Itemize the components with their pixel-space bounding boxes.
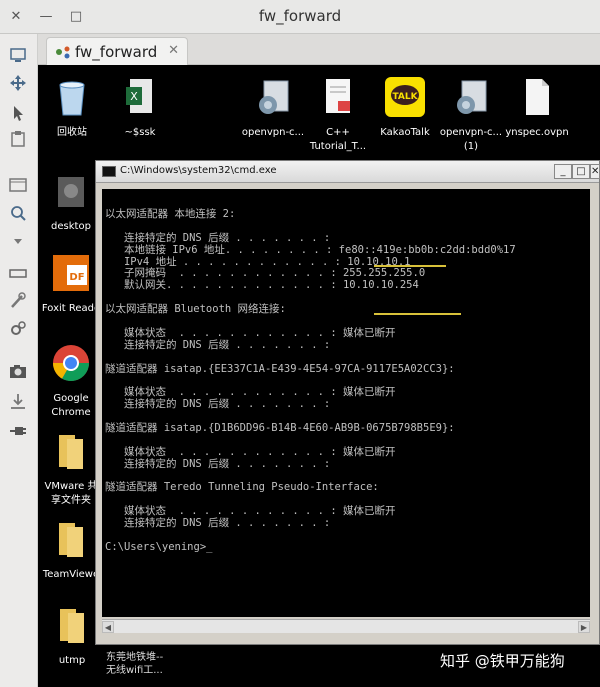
console-line: C:\Users\yening>_ xyxy=(105,540,213,553)
desktop-icon-label: C++ Tutorial_T... xyxy=(309,127,367,152)
desktop-icon-vmware-share[interactable]: VMware 共 享文件夹 xyxy=(40,431,102,508)
scroll-right-icon[interactable]: ▶ xyxy=(578,621,590,633)
console-line: 连接特定的 DNS 后缀 . . . . . . . : xyxy=(105,231,331,244)
shared-folder-icon xyxy=(59,435,83,469)
installer-icon xyxy=(457,80,487,114)
cursor-icon[interactable] xyxy=(7,102,29,124)
scroll-left-icon[interactable]: ◀ xyxy=(102,621,114,633)
desktop-icon-utmp[interactable]: utmp xyxy=(44,605,100,668)
window-icon[interactable] xyxy=(7,174,29,196)
cmd-title: C:\Windows\system32\cmd.exe xyxy=(120,165,277,176)
desktop-icon-excel[interactable]: X ~$ssk xyxy=(112,77,168,140)
cmd-maximize-button[interactable]: □ xyxy=(572,164,590,179)
desktop-icon-openvpn-1[interactable]: openvpn-c... xyxy=(238,77,308,140)
chrome-icon xyxy=(52,345,89,382)
console-line: 隧道适配器 isatap.{D1B6DD96-B14B-4E60-AB9B-06… xyxy=(105,422,455,435)
folder-icon xyxy=(59,523,83,557)
desktop-icon-label: Google Chrome xyxy=(51,393,91,418)
console-line: 隧道适配器 Teredo Tunneling Pseudo-Interface: xyxy=(105,481,379,494)
console-line: 隧道适配器 isatap.{EE337C1A-E439-4E54-97CA-91… xyxy=(105,362,455,375)
tab-bar: fw_forward ✕ xyxy=(38,34,600,65)
camera-icon[interactable] xyxy=(7,360,29,382)
settings-icon[interactable] xyxy=(7,290,29,312)
folder-icon xyxy=(58,177,84,207)
desktop-icon-ynspec[interactable]: ynspec.ovpn xyxy=(504,77,570,140)
console-output: 以太网适配器 本地连接 2: 连接特定的 DNS 后缀 . . . . . . … xyxy=(105,208,516,554)
desktop-icon-label: ~$ssk xyxy=(124,127,156,138)
file-icon xyxy=(526,79,549,115)
tab-fw-forward[interactable]: fw_forward ✕ xyxy=(46,37,188,65)
pdf-file-icon xyxy=(326,79,350,113)
cmd-window[interactable]: C:\Windows\system32\cmd.exe _ □ ✕ 以太网适配器… xyxy=(95,160,600,645)
watermark: 知乎 @铁甲万能狗 xyxy=(440,652,565,670)
desktop-icon-label: openvpn-c... (1) xyxy=(439,127,503,152)
desktop-icon-label: desktop xyxy=(51,221,91,232)
desktop-icon-label: openvpn-c... xyxy=(241,127,305,138)
clipboard-icon[interactable] xyxy=(7,128,29,150)
tab-label: fw_forward xyxy=(75,43,158,61)
console-line: 连接特定的 DNS 后缀 . . . . . . . : xyxy=(105,398,331,411)
cmd-console[interactable]: 以太网适配器 本地连接 2: 连接特定的 DNS 后缀 . . . . . . … xyxy=(102,189,590,617)
desktop-icon-cpp-tutorial[interactable]: C++ Tutorial_T... xyxy=(306,77,370,154)
desktop-icon-label: ynspec.ovpn xyxy=(505,127,569,138)
recycle-bin-icon xyxy=(59,81,85,116)
close-tab-icon[interactable]: ✕ xyxy=(168,43,179,58)
desktop-icon-label: VMware 共 享文件夹 xyxy=(44,481,98,506)
monitor-icon[interactable] xyxy=(7,44,29,66)
console-line: 以太网适配器 本地连接 2: xyxy=(105,208,236,220)
desktop-icon-recycle-bin[interactable]: 回收站 xyxy=(44,77,100,140)
gateway-highlight-underline xyxy=(374,313,461,315)
svg-text:TALK: TALK xyxy=(392,92,418,102)
desktop-icon-desktop[interactable]: desktop xyxy=(40,171,102,234)
excel-file-icon: X xyxy=(126,79,152,113)
desktop-icon-label: KakaoTalk xyxy=(380,127,430,138)
console-line: 媒体状态 . . . . . . . . . . . . : 媒体已断开 xyxy=(105,445,396,458)
cmd-horizontal-scrollbar[interactable]: ◀ ▶ xyxy=(102,619,590,633)
desktop-icon-kakaotalk[interactable]: TALK KakaoTalk xyxy=(374,77,436,140)
ipv4-highlight-underline xyxy=(374,265,446,267)
console-line: 连接特定的 DNS 后缀 . . . . . . . : xyxy=(105,338,331,351)
svg-text:X: X xyxy=(130,90,138,103)
window-title: fw_forward xyxy=(258,7,342,25)
dropdown-icon[interactable] xyxy=(7,230,29,252)
plug-icon[interactable] xyxy=(7,420,29,442)
network-icon xyxy=(56,46,70,59)
folder-icon xyxy=(60,609,84,643)
foxit-reader-icon: DF xyxy=(53,255,89,291)
svg-text:DF: DF xyxy=(69,272,84,283)
search-zoom-icon[interactable] xyxy=(7,202,29,224)
cmd-minimize-button[interactable]: _ xyxy=(554,164,572,179)
desktop-icon-openvpn-2[interactable]: openvpn-c... (1) xyxy=(438,77,504,154)
desktop-icon-label: 回收站 xyxy=(57,127,87,138)
cmd-icon xyxy=(102,166,116,177)
console-line: 媒体状态 . . . . . . . . . . . . : 媒体已断开 xyxy=(105,326,396,339)
download-icon[interactable] xyxy=(7,390,29,412)
left-toolbar xyxy=(0,34,38,687)
console-line: 本地链接 IPv6 地址. . . . . . . . : fe80::419e… xyxy=(105,243,516,256)
gears-icon[interactable] xyxy=(7,318,29,340)
installer-icon xyxy=(259,80,289,114)
keyboard-icon[interactable] xyxy=(7,262,29,284)
taskbar-item[interactable]: 东莞地铁堆-- 无线wifi工... xyxy=(106,651,163,677)
desktop-icon-chrome[interactable]: Google Chrome xyxy=(42,343,100,420)
desktop-icon-label: utmp xyxy=(58,655,86,666)
kakaotalk-icon: TALK xyxy=(385,77,425,117)
console-line: 连接特定的 DNS 后缀 . . . . . . . : xyxy=(105,457,331,470)
cmd-close-button[interactable]: ✕ xyxy=(590,164,600,179)
cmd-titlebar[interactable]: C:\Windows\system32\cmd.exe _ □ ✕ xyxy=(96,161,600,183)
move-icon[interactable] xyxy=(7,72,29,94)
window-titlebar: ✕ — □ fw_forward xyxy=(0,0,600,34)
console-line: 默认网关. . . . . . . . . . . . . : 10.10.10… xyxy=(105,279,419,292)
console-line: 连接特定的 DNS 后缀 . . . . . . . : xyxy=(105,517,331,530)
